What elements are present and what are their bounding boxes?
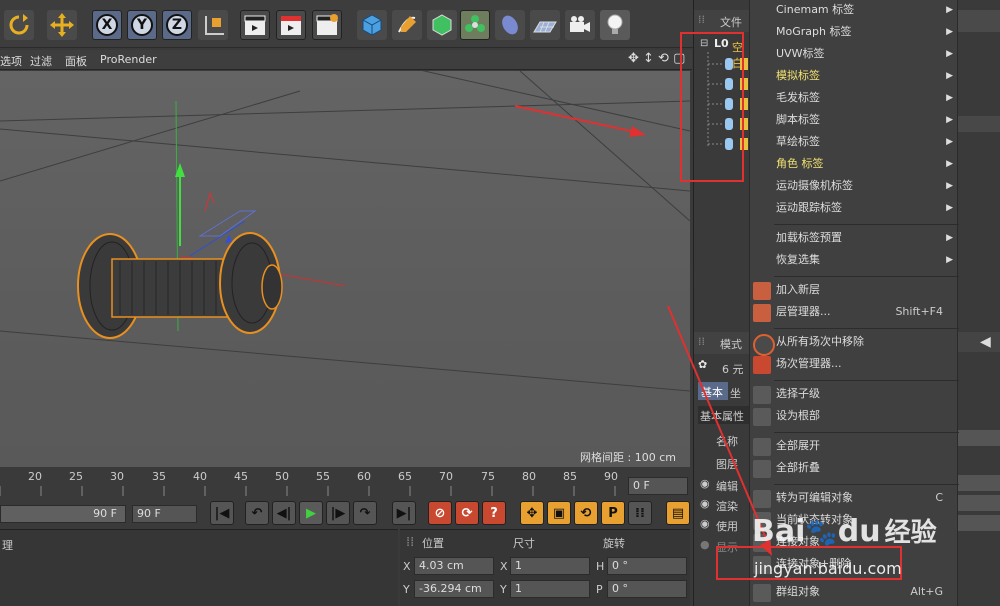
- annotation-arrow-icon: [629, 126, 646, 137]
- baidu-watermark: Bai🐾du 经验 jingyan.baidu.com: [752, 495, 957, 590]
- watermark-brand: Bai🐾du 经验: [752, 515, 937, 550]
- watermark-url: jingyan.baidu.com: [754, 559, 902, 578]
- watermark-brand-part2: du: [837, 514, 881, 549]
- paw-icon: 🐾: [805, 518, 838, 548]
- watermark-brand-part1: Bai: [752, 514, 806, 549]
- watermark-brand-cn: 经验: [884, 518, 937, 548]
